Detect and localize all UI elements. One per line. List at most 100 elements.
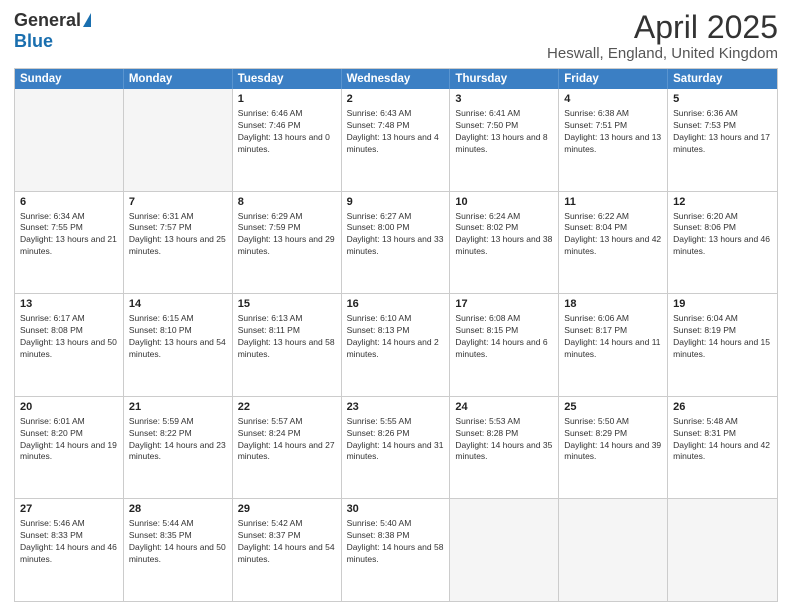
day-number: 16 (347, 297, 445, 312)
calendar-cell: 14Sunrise: 6:15 AM Sunset: 8:10 PM Dayli… (124, 294, 233, 396)
day-number: 9 (347, 195, 445, 210)
page: General Blue April 2025 Heswall, England… (0, 0, 792, 612)
calendar-cell: 16Sunrise: 6:10 AM Sunset: 8:13 PM Dayli… (342, 294, 451, 396)
day-info: Sunrise: 6:08 AM Sunset: 8:15 PM Dayligh… (455, 313, 553, 361)
calendar-cell: 17Sunrise: 6:08 AM Sunset: 8:15 PM Dayli… (450, 294, 559, 396)
calendar-day-header: Thursday (450, 69, 559, 89)
day-number: 15 (238, 297, 336, 312)
calendar-day-header: Friday (559, 69, 668, 89)
calendar-cell: 25Sunrise: 5:50 AM Sunset: 8:29 PM Dayli… (559, 397, 668, 499)
calendar-cell: 27Sunrise: 5:46 AM Sunset: 8:33 PM Dayli… (15, 499, 124, 601)
subtitle: Heswall, England, United Kingdom (547, 45, 778, 62)
day-info: Sunrise: 6:27 AM Sunset: 8:00 PM Dayligh… (347, 211, 445, 259)
day-info: Sunrise: 6:15 AM Sunset: 8:10 PM Dayligh… (129, 313, 227, 361)
day-info: Sunrise: 5:42 AM Sunset: 8:37 PM Dayligh… (238, 518, 336, 566)
day-info: Sunrise: 6:34 AM Sunset: 7:55 PM Dayligh… (20, 211, 118, 259)
day-info: Sunrise: 5:48 AM Sunset: 8:31 PM Dayligh… (673, 416, 772, 464)
calendar-cell: 10Sunrise: 6:24 AM Sunset: 8:02 PM Dayli… (450, 192, 559, 294)
calendar-cell: 11Sunrise: 6:22 AM Sunset: 8:04 PM Dayli… (559, 192, 668, 294)
day-info: Sunrise: 6:31 AM Sunset: 7:57 PM Dayligh… (129, 211, 227, 259)
calendar-cell (124, 89, 233, 191)
logo-triangle-icon (83, 13, 91, 27)
calendar-cell: 1Sunrise: 6:46 AM Sunset: 7:46 PM Daylig… (233, 89, 342, 191)
day-info: Sunrise: 6:04 AM Sunset: 8:19 PM Dayligh… (673, 313, 772, 361)
day-number: 18 (564, 297, 662, 312)
calendar-row: 6Sunrise: 6:34 AM Sunset: 7:55 PM Daylig… (15, 192, 777, 295)
calendar-cell: 29Sunrise: 5:42 AM Sunset: 8:37 PM Dayli… (233, 499, 342, 601)
day-info: Sunrise: 6:24 AM Sunset: 8:02 PM Dayligh… (455, 211, 553, 259)
day-number: 28 (129, 502, 227, 517)
calendar-cell: 4Sunrise: 6:38 AM Sunset: 7:51 PM Daylig… (559, 89, 668, 191)
calendar-cell: 30Sunrise: 5:40 AM Sunset: 8:38 PM Dayli… (342, 499, 451, 601)
calendar-cell: 28Sunrise: 5:44 AM Sunset: 8:35 PM Dayli… (124, 499, 233, 601)
day-info: Sunrise: 5:55 AM Sunset: 8:26 PM Dayligh… (347, 416, 445, 464)
day-number: 20 (20, 400, 118, 415)
day-number: 8 (238, 195, 336, 210)
calendar-cell: 23Sunrise: 5:55 AM Sunset: 8:26 PM Dayli… (342, 397, 451, 499)
day-number: 6 (20, 195, 118, 210)
day-info: Sunrise: 6:38 AM Sunset: 7:51 PM Dayligh… (564, 108, 662, 156)
day-number: 13 (20, 297, 118, 312)
calendar-cell: 24Sunrise: 5:53 AM Sunset: 8:28 PM Dayli… (450, 397, 559, 499)
calendar-body: 1Sunrise: 6:46 AM Sunset: 7:46 PM Daylig… (15, 89, 777, 601)
day-info: Sunrise: 6:41 AM Sunset: 7:50 PM Dayligh… (455, 108, 553, 156)
calendar-row: 13Sunrise: 6:17 AM Sunset: 8:08 PM Dayli… (15, 294, 777, 397)
day-info: Sunrise: 6:06 AM Sunset: 8:17 PM Dayligh… (564, 313, 662, 361)
calendar-cell: 19Sunrise: 6:04 AM Sunset: 8:19 PM Dayli… (668, 294, 777, 396)
day-info: Sunrise: 5:59 AM Sunset: 8:22 PM Dayligh… (129, 416, 227, 464)
title-block: April 2025 Heswall, England, United King… (547, 10, 778, 62)
day-info: Sunrise: 5:46 AM Sunset: 8:33 PM Dayligh… (20, 518, 118, 566)
calendar-day-header: Saturday (668, 69, 777, 89)
day-info: Sunrise: 6:36 AM Sunset: 7:53 PM Dayligh… (673, 108, 772, 156)
day-number: 26 (673, 400, 772, 415)
day-info: Sunrise: 6:46 AM Sunset: 7:46 PM Dayligh… (238, 108, 336, 156)
day-number: 10 (455, 195, 553, 210)
day-info: Sunrise: 6:20 AM Sunset: 8:06 PM Dayligh… (673, 211, 772, 259)
day-info: Sunrise: 5:50 AM Sunset: 8:29 PM Dayligh… (564, 416, 662, 464)
calendar-cell: 3Sunrise: 6:41 AM Sunset: 7:50 PM Daylig… (450, 89, 559, 191)
day-number: 5 (673, 92, 772, 107)
calendar-cell: 9Sunrise: 6:27 AM Sunset: 8:00 PM Daylig… (342, 192, 451, 294)
main-title: April 2025 (547, 10, 778, 45)
calendar-cell: 18Sunrise: 6:06 AM Sunset: 8:17 PM Dayli… (559, 294, 668, 396)
calendar-day-header: Tuesday (233, 69, 342, 89)
day-info: Sunrise: 6:01 AM Sunset: 8:20 PM Dayligh… (20, 416, 118, 464)
calendar-cell (450, 499, 559, 601)
day-info: Sunrise: 5:57 AM Sunset: 8:24 PM Dayligh… (238, 416, 336, 464)
calendar-cell: 5Sunrise: 6:36 AM Sunset: 7:53 PM Daylig… (668, 89, 777, 191)
calendar-cell: 2Sunrise: 6:43 AM Sunset: 7:48 PM Daylig… (342, 89, 451, 191)
day-info: Sunrise: 6:43 AM Sunset: 7:48 PM Dayligh… (347, 108, 445, 156)
logo: General Blue (14, 10, 91, 52)
day-info: Sunrise: 6:13 AM Sunset: 8:11 PM Dayligh… (238, 313, 336, 361)
day-info: Sunrise: 5:40 AM Sunset: 8:38 PM Dayligh… (347, 518, 445, 566)
day-info: Sunrise: 6:10 AM Sunset: 8:13 PM Dayligh… (347, 313, 445, 361)
day-info: Sunrise: 6:22 AM Sunset: 8:04 PM Dayligh… (564, 211, 662, 259)
calendar-cell: 20Sunrise: 6:01 AM Sunset: 8:20 PM Dayli… (15, 397, 124, 499)
calendar-header: SundayMondayTuesdayWednesdayThursdayFrid… (15, 69, 777, 89)
day-info: Sunrise: 6:17 AM Sunset: 8:08 PM Dayligh… (20, 313, 118, 361)
calendar-cell: 15Sunrise: 6:13 AM Sunset: 8:11 PM Dayli… (233, 294, 342, 396)
calendar-day-header: Wednesday (342, 69, 451, 89)
day-number: 2 (347, 92, 445, 107)
header: General Blue April 2025 Heswall, England… (14, 10, 778, 62)
calendar-cell (668, 499, 777, 601)
day-number: 24 (455, 400, 553, 415)
calendar-cell (15, 89, 124, 191)
calendar-cell: 6Sunrise: 6:34 AM Sunset: 7:55 PM Daylig… (15, 192, 124, 294)
day-number: 1 (238, 92, 336, 107)
day-number: 14 (129, 297, 227, 312)
day-number: 23 (347, 400, 445, 415)
day-number: 3 (455, 92, 553, 107)
day-number: 21 (129, 400, 227, 415)
day-number: 22 (238, 400, 336, 415)
calendar-cell (559, 499, 668, 601)
day-number: 30 (347, 502, 445, 517)
calendar-cell: 26Sunrise: 5:48 AM Sunset: 8:31 PM Dayli… (668, 397, 777, 499)
calendar-cell: 7Sunrise: 6:31 AM Sunset: 7:57 PM Daylig… (124, 192, 233, 294)
day-number: 12 (673, 195, 772, 210)
logo-general: General (14, 10, 81, 31)
calendar-cell: 8Sunrise: 6:29 AM Sunset: 7:59 PM Daylig… (233, 192, 342, 294)
day-number: 29 (238, 502, 336, 517)
calendar: SundayMondayTuesdayWednesdayThursdayFrid… (14, 68, 778, 602)
calendar-row: 20Sunrise: 6:01 AM Sunset: 8:20 PM Dayli… (15, 397, 777, 500)
